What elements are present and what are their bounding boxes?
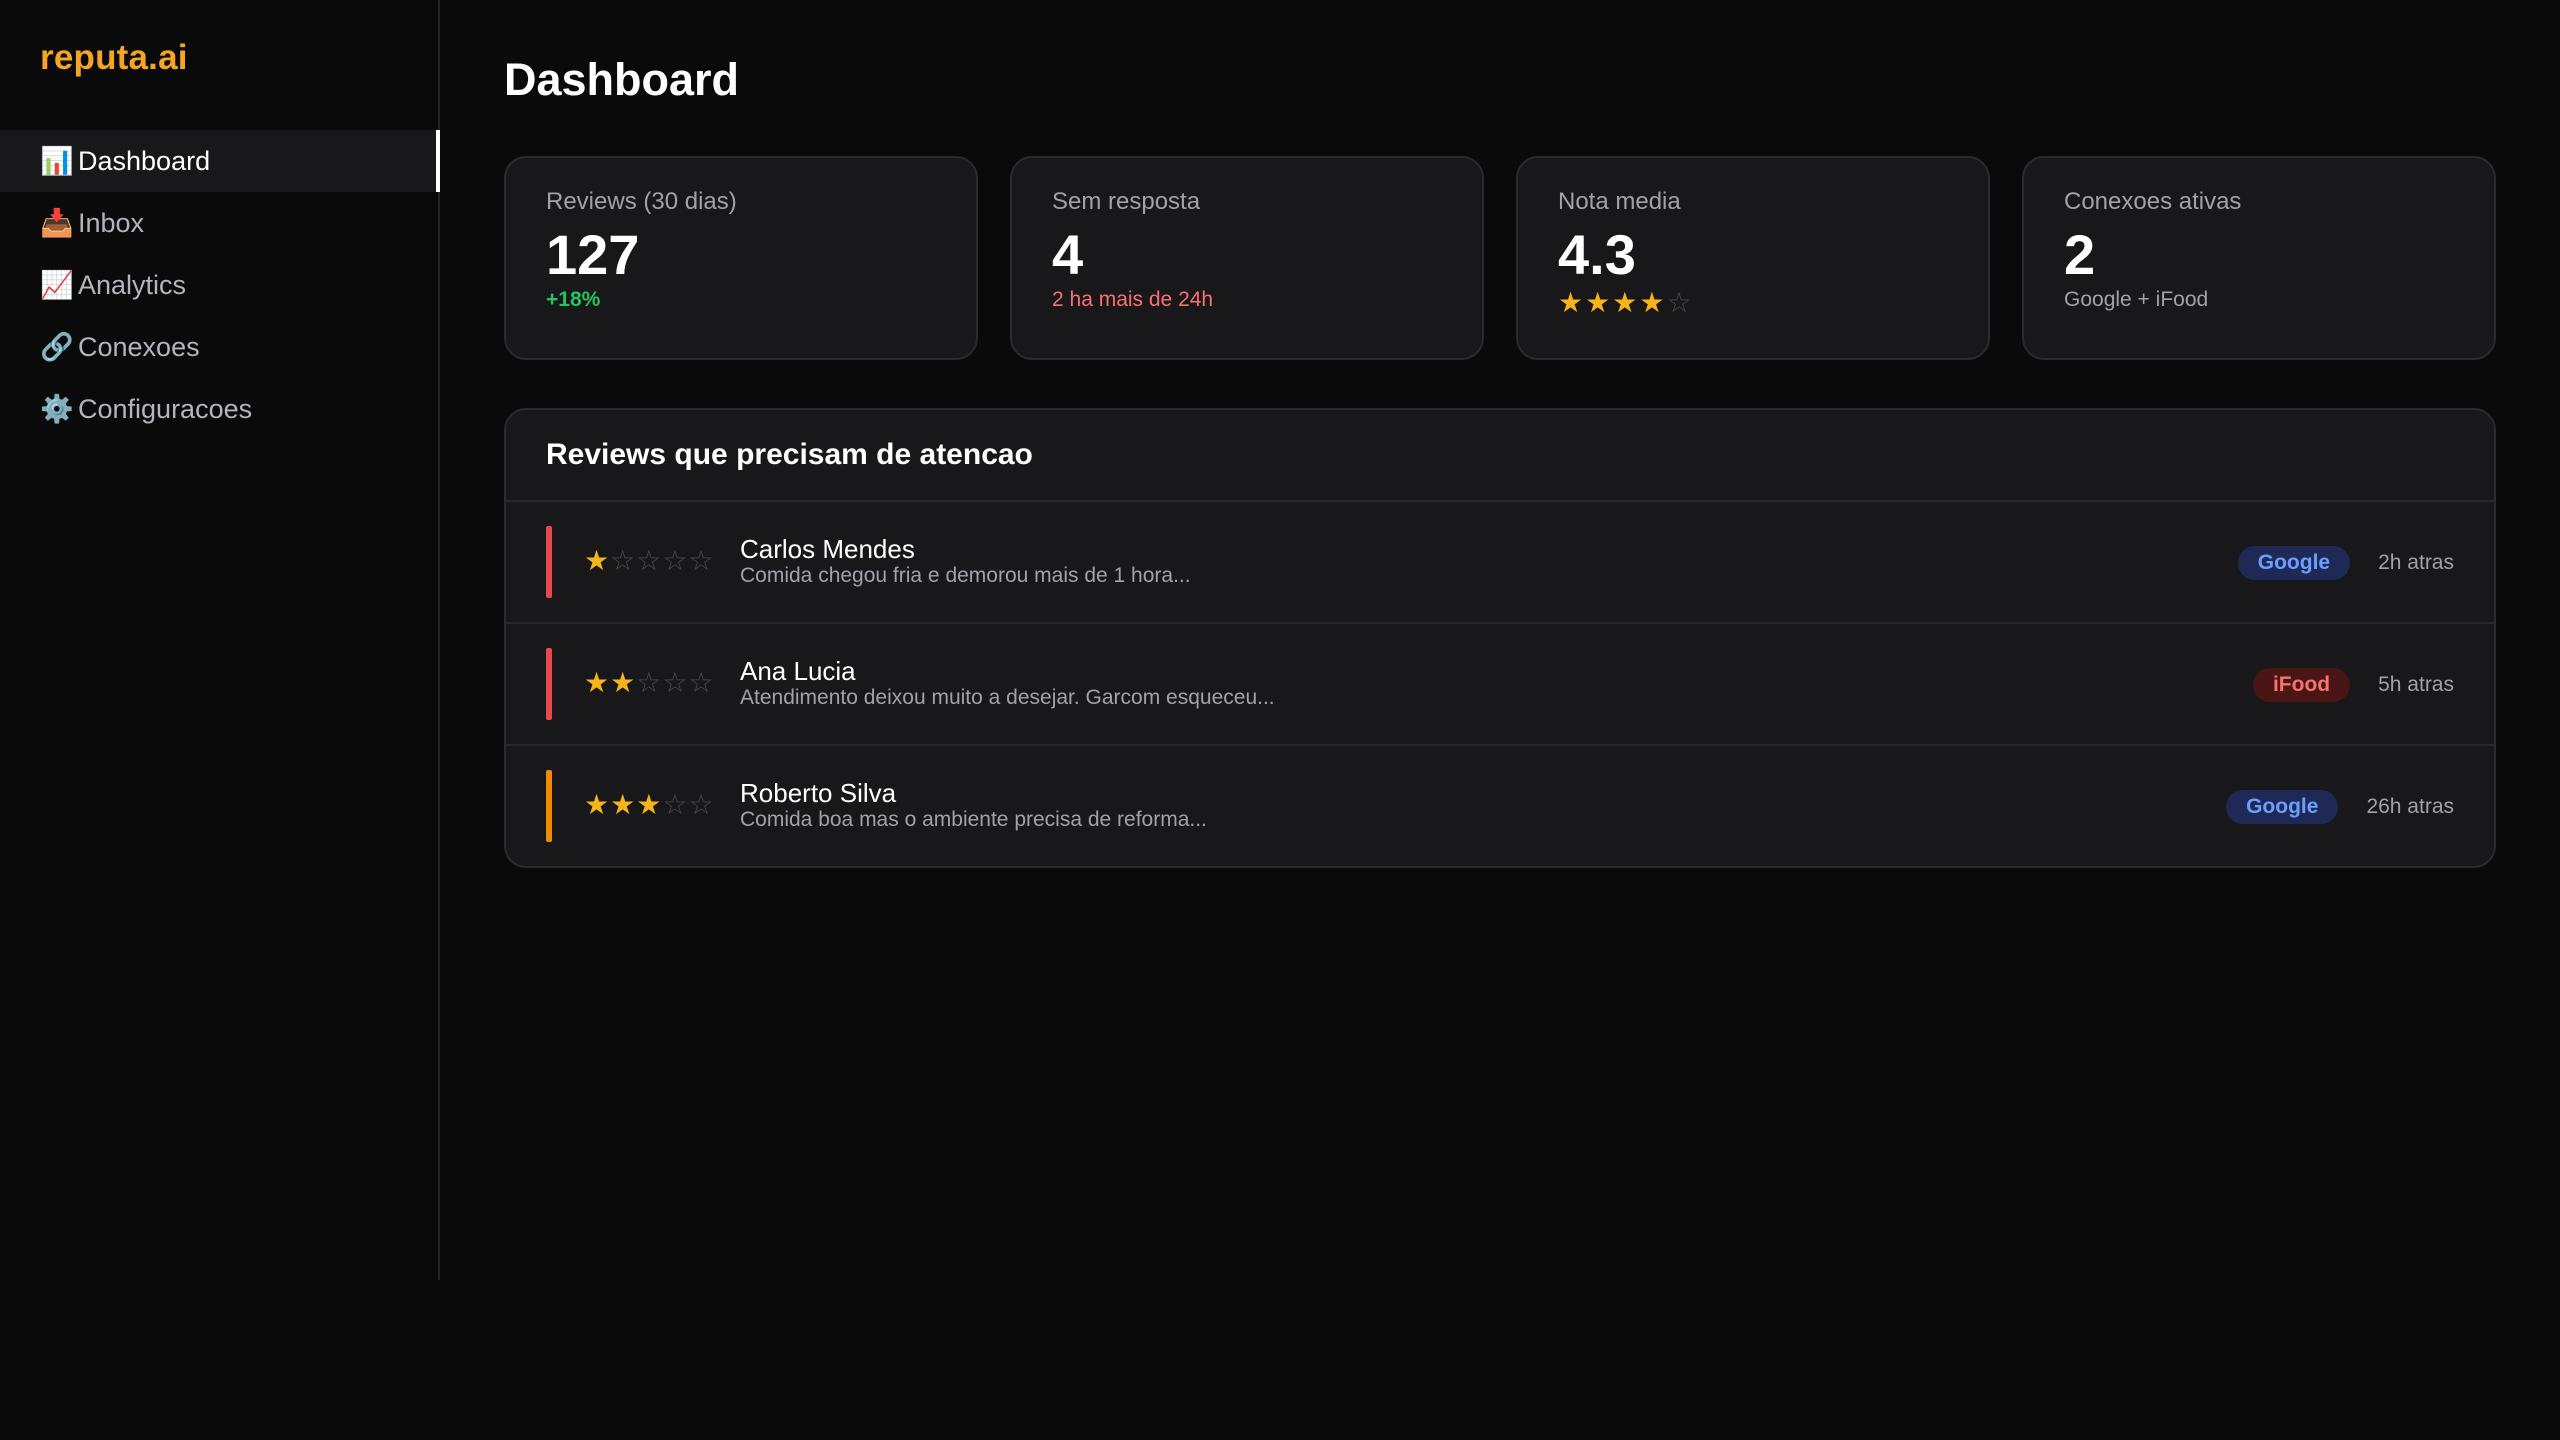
sidebar: reputa.ai 📊 Dashboard 📥 Inbox 📈 Analytic… — [0, 0, 440, 1280]
star-empty-icon: ☆ — [688, 788, 715, 821]
star-filled-icon: ★ — [610, 788, 637, 821]
sidebar-item-label: Inbox — [78, 207, 145, 238]
review-text: Carlos Mendes Comida chegou fria e demor… — [740, 534, 1191, 588]
attention-panel: Reviews que precisam de atencao ★☆☆☆☆ Ca… — [504, 408, 2496, 868]
sidebar-item-label: Analytics — [78, 269, 187, 300]
review-text: Roberto Silva Comida boa mas o ambiente … — [740, 778, 1207, 832]
stat-warning: 2 ha mais de 24h — [1052, 288, 1214, 311]
source-badge: iFood — [2252, 668, 2351, 702]
review-meta: Google 2h atras — [2237, 546, 2454, 580]
star-empty-icon: ☆ — [688, 666, 715, 699]
star-empty-icon: ☆ — [1666, 286, 1694, 319]
star-empty-icon: ☆ — [662, 666, 689, 699]
star-empty-icon: ☆ — [610, 544, 637, 577]
stat-card-nota-media: Nota media 4.3 ★★★★☆ — [1516, 156, 1990, 360]
source-badge: Google — [2226, 790, 2339, 824]
star-empty-icon: ☆ — [662, 544, 689, 577]
bar-chart-icon: 📊 — [40, 145, 74, 177]
star-empty-icon: ☆ — [662, 788, 689, 821]
review-excerpt: Comida boa mas o ambiente precisa de ref… — [740, 808, 1207, 831]
stat-label: Conexoes ativas — [2064, 188, 2242, 215]
stat-value: 4.3 — [1558, 223, 1636, 286]
review-time: 5h atras — [2378, 673, 2454, 696]
star-filled-icon: ★ — [584, 788, 611, 821]
star-filled-icon: ★ — [636, 788, 663, 821]
link-icon: 🔗 — [40, 331, 74, 363]
review-text: Ana Lucia Atendimento deixou muito a des… — [740, 656, 1275, 710]
review-time: 2h atras — [2378, 551, 2454, 574]
app-logo[interactable]: reputa.ai — [40, 38, 188, 78]
star-filled-icon: ★ — [1585, 286, 1613, 319]
gear-icon: ⚙️ — [40, 393, 74, 425]
stat-label: Reviews (30 dias) — [546, 188, 737, 215]
sidebar-item-conexoes[interactable]: 🔗 Conexoes — [0, 316, 440, 378]
stat-trend: +18% — [546, 288, 601, 311]
stat-label: Sem resposta — [1052, 188, 1201, 215]
page-title: Dashboard — [504, 54, 740, 105]
severity-bar — [546, 648, 552, 720]
review-meta: iFood 5h atras — [2252, 668, 2454, 702]
stats-cards: Reviews (30 dias) 127 +18% Sem resposta … — [504, 156, 2496, 360]
star-rating: ★★★☆☆ — [584, 788, 715, 821]
sidebar-item-label: Dashboard — [78, 145, 211, 176]
star-rating: ★★★★☆ — [1558, 286, 1948, 319]
inbox-tray-icon: 📥 — [40, 207, 74, 239]
stat-value: 4 — [1052, 223, 1084, 286]
severity-bar — [546, 770, 552, 842]
stat-card-sem-resposta: Sem resposta 4 2 ha mais de 24h — [1010, 156, 1484, 360]
sidebar-item-analytics[interactable]: 📈 Analytics — [0, 254, 440, 316]
trending-chart-icon: 📈 — [40, 269, 74, 301]
star-rating: ★☆☆☆☆ — [584, 544, 715, 577]
review-excerpt: Comida chegou fria e demorou mais de 1 h… — [740, 564, 1191, 587]
stat-detail: Google + iFood — [2064, 288, 2209, 311]
review-row[interactable]: ★☆☆☆☆ Carlos Mendes Comida chegou fria e… — [506, 502, 2494, 624]
reviewer-name: Carlos Mendes — [740, 534, 915, 564]
review-row[interactable]: ★★☆☆☆ Ana Lucia Atendimento deixou muito… — [506, 624, 2494, 746]
star-filled-icon: ★ — [1612, 286, 1640, 319]
star-filled-icon: ★ — [584, 666, 611, 699]
panel-title: Reviews que precisam de atencao — [506, 410, 2494, 502]
sidebar-item-configuracoes[interactable]: ⚙️ Configuracoes — [0, 378, 440, 440]
reviewer-name: Ana Lucia — [740, 656, 856, 686]
sidebar-item-dashboard[interactable]: 📊 Dashboard — [0, 130, 440, 192]
stat-value: 2 — [2064, 223, 2096, 286]
sidebar-item-inbox[interactable]: 📥 Inbox — [0, 192, 440, 254]
stat-card-conexoes: Conexoes ativas 2 Google + iFood — [2022, 156, 2496, 360]
sidebar-item-label: Configuracoes — [78, 393, 253, 424]
stat-label: Nota media — [1558, 188, 1681, 215]
sidebar-nav: 📊 Dashboard 📥 Inbox 📈 Analytics 🔗 Conexo… — [0, 130, 440, 440]
star-filled-icon: ★ — [584, 544, 611, 577]
star-filled-icon: ★ — [610, 666, 637, 699]
star-empty-icon: ☆ — [636, 544, 663, 577]
source-badge: Google — [2237, 546, 2351, 580]
star-empty-icon: ☆ — [688, 544, 715, 577]
star-filled-icon: ★ — [1558, 286, 1586, 319]
review-time: 26h atras — [2366, 795, 2454, 818]
severity-bar — [546, 526, 552, 598]
review-excerpt: Atendimento deixou muito a desejar. Garc… — [740, 686, 1275, 709]
star-empty-icon: ☆ — [636, 666, 663, 699]
review-row[interactable]: ★★★☆☆ Roberto Silva Comida boa mas o amb… — [506, 746, 2494, 866]
stat-value: 127 — [546, 223, 640, 286]
reviewer-name: Roberto Silva — [740, 778, 897, 808]
sidebar-item-label: Conexoes — [78, 331, 200, 362]
stat-card-reviews: Reviews (30 dias) 127 +18% — [504, 156, 978, 360]
star-filled-icon: ★ — [1639, 286, 1667, 319]
star-rating: ★★☆☆☆ — [584, 666, 715, 699]
review-meta: Google 26h atras — [2226, 790, 2454, 824]
